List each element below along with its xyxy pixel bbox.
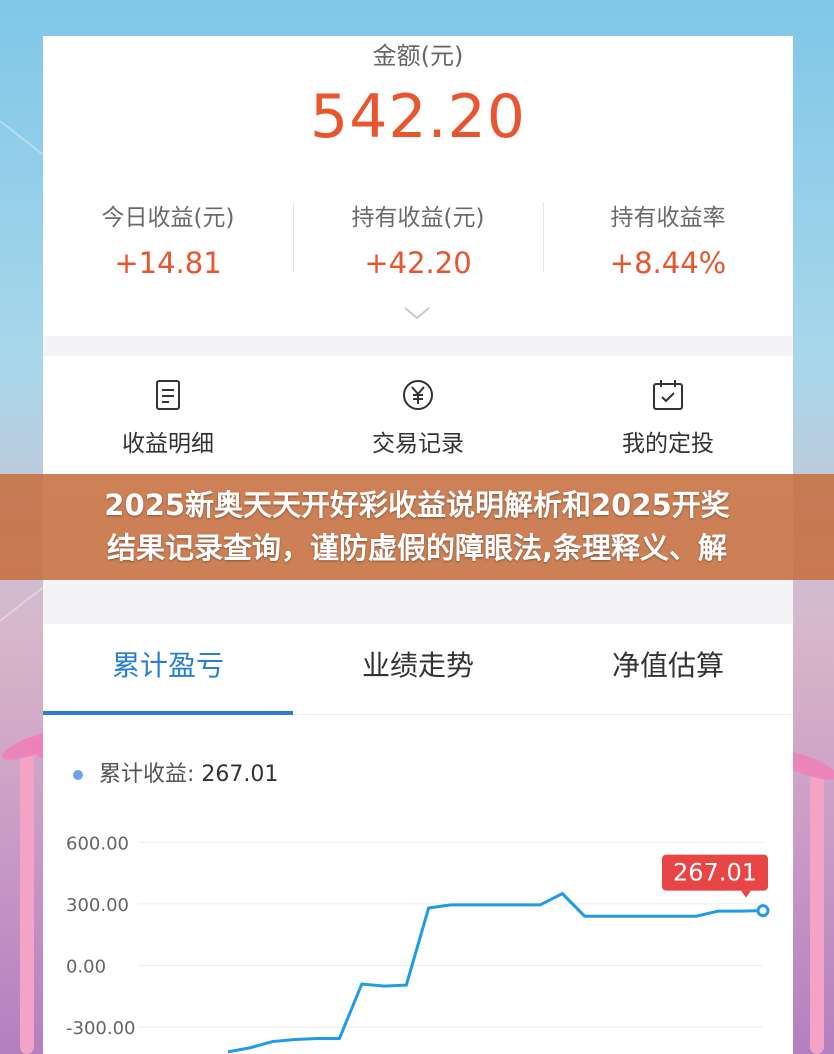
- stat-label: 今日收益(元): [101, 205, 235, 231]
- chart-tabs: 累计盈亏 业绩走势 净值估算: [43, 624, 793, 715]
- y-tick-label: 300.00: [66, 895, 129, 916]
- legend-dot: [73, 770, 83, 780]
- stat-holding-rate: 持有收益率 +8.44%: [543, 196, 793, 280]
- tab-cumulative-pnl[interactable]: 累计盈亏: [43, 624, 293, 714]
- value-callout-pointer: [741, 890, 751, 898]
- active-tab-indicator: [43, 711, 293, 715]
- tab-nav-estimate[interactable]: 净值估算: [543, 624, 793, 714]
- action-label: 收益明细: [122, 431, 214, 457]
- stats-row: 今日收益(元) +14.81 持有收益(元) +42.20 持有收益率 +8.4…: [43, 196, 793, 280]
- stat-value: +14.81: [114, 246, 222, 280]
- stat-holding-earnings: 持有收益(元) +42.20: [293, 196, 543, 280]
- banner-line-2: 结果记录查询，谨防虚假的障眼法,条理释义、解: [106, 531, 728, 565]
- value-callout-text: 267.01: [673, 859, 757, 887]
- document-icon: [156, 380, 180, 410]
- chevron-down-icon[interactable]: [403, 304, 431, 324]
- stat-value: +8.44%: [609, 246, 727, 280]
- tab-performance-trend[interactable]: 业绩走势: [293, 624, 543, 714]
- y-tick-label: -300.00: [66, 1018, 135, 1039]
- amount-value: 542.20: [310, 82, 526, 152]
- chart-card: 累计盈亏 业绩走势 净值估算 累计收益: 267.01 600.00 300.00…: [43, 624, 793, 1054]
- stat-today-earnings: 今日收益(元) +14.81: [43, 196, 293, 280]
- calendar-check-icon: [653, 380, 683, 410]
- last-point-marker[interactable]: [756, 904, 770, 918]
- banner-line-1: 2025新奥天天开好彩收益说明解析和2025开奖: [104, 488, 730, 522]
- stat-label: 持有收益(元): [351, 205, 485, 231]
- y-tick-label: 0.00: [66, 957, 106, 978]
- stat-label: 持有收益率: [610, 205, 726, 231]
- action-label: 交易记录: [372, 431, 464, 457]
- legend-label: 累计收益:: [99, 762, 195, 787]
- cumulative-earnings-chart: 600.00 300.00 0.00 -300.00 267.01: [66, 833, 770, 1054]
- y-tick-label: 600.00: [66, 833, 129, 854]
- overlay-banner: 2025新奥天天开好彩收益说明解析和2025开奖 结果记录查询，谨防虚假的障眼法…: [0, 474, 834, 580]
- series-line: [227, 891, 764, 1054]
- action-label: 我的定投: [622, 431, 714, 457]
- amount-label: 金额(元): [372, 42, 464, 70]
- yuan-coin-icon: [403, 380, 433, 410]
- summary-card: 金额(元) 542.20 今日收益(元) +14.81 持有收益(元) +42.…: [43, 36, 793, 336]
- stat-value: +42.20: [364, 246, 472, 280]
- legend-value: 267.01: [201, 762, 279, 787]
- chart-legend: 累计收益: 267.01: [73, 756, 278, 788]
